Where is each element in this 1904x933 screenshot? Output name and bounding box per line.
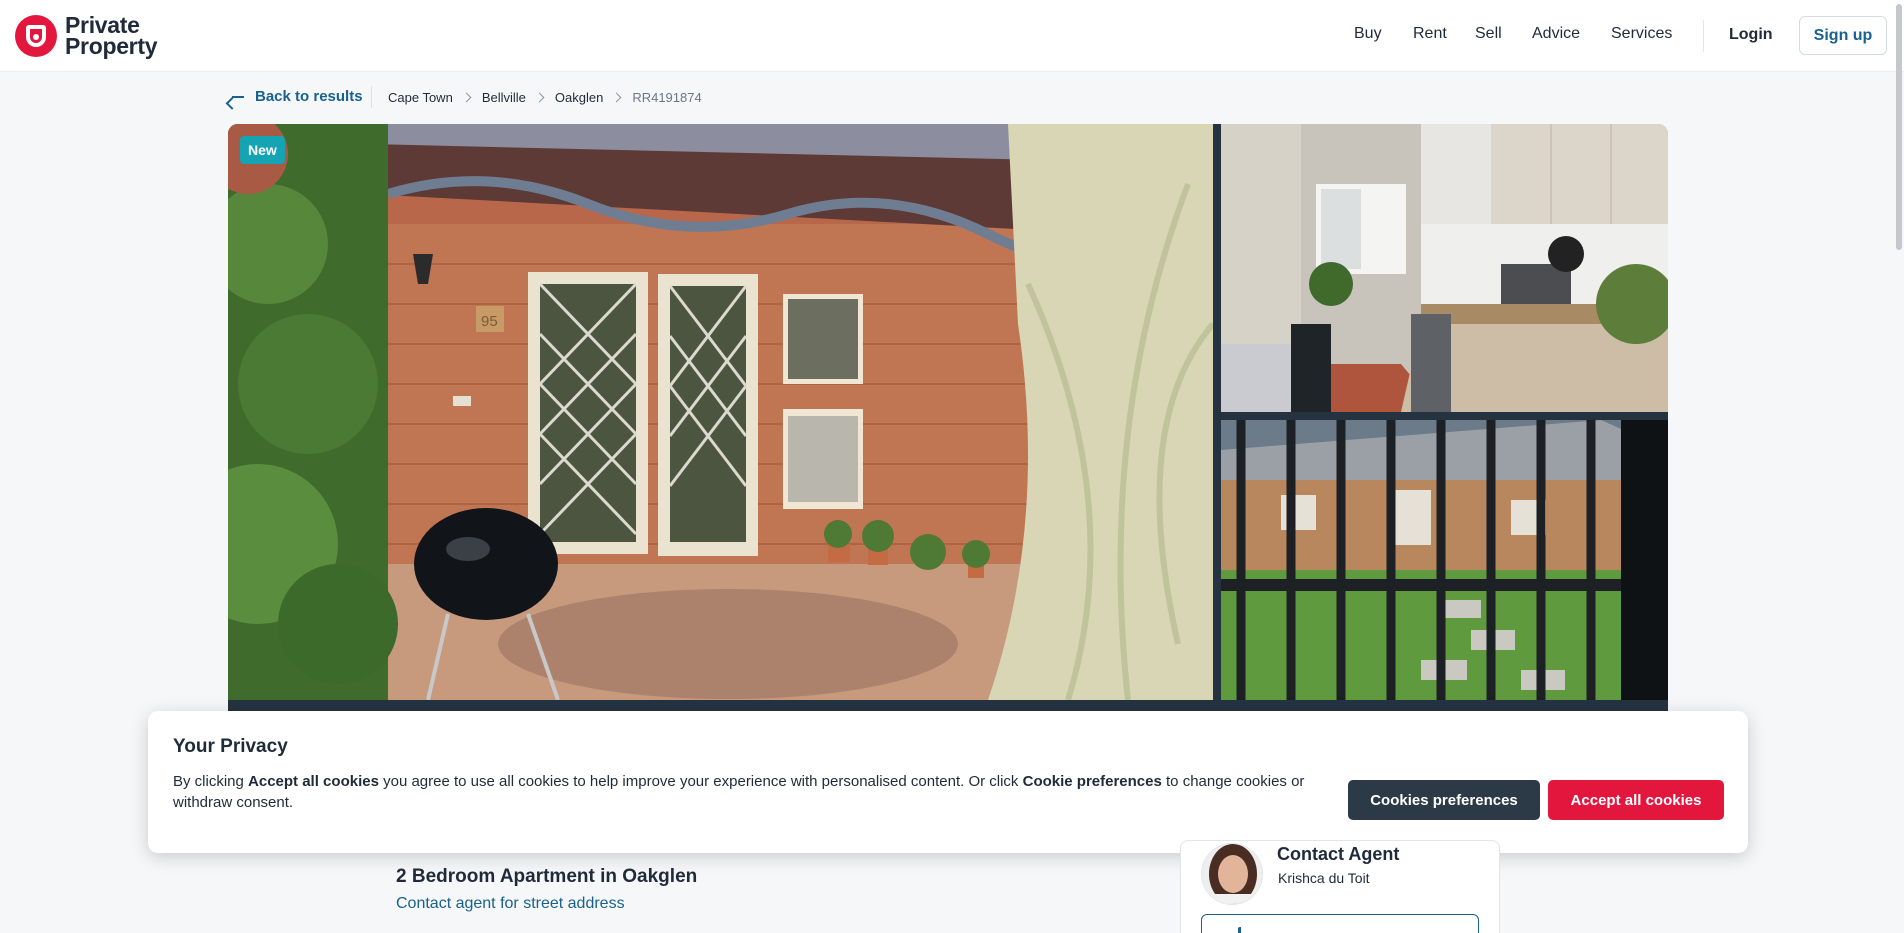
agent-name: Krishca du Toit — [1278, 870, 1370, 886]
nav-divider — [1703, 20, 1704, 52]
site-header: Private Property Buy Rent Sell Advice Se… — [0, 0, 1904, 72]
breadcrumb: Cape Town Bellville Oakglen RR4191874 — [388, 90, 702, 105]
breadcrumb-cape-town[interactable]: Cape Town — [388, 90, 453, 105]
privacy-text-part: By clicking — [173, 773, 249, 790]
login-link[interactable]: Login — [1729, 26, 1773, 44]
agent-avatar — [1201, 843, 1263, 905]
listing-title: 2 Bedroom Apartment in Oakglen — [396, 866, 698, 887]
privacy-text: By clicking Accept all cookies you agree… — [173, 771, 1323, 813]
call-agent-button[interactable] — [1201, 914, 1479, 933]
privacy-text-accept-emphasis: Accept all cookies — [248, 773, 379, 790]
house-number-plaque: 95 — [481, 313, 498, 330]
accept-all-cookies-button[interactable]: Accept all cookies — [1548, 780, 1724, 820]
nav-rent[interactable]: Rent — [1413, 25, 1447, 43]
privacy-banner: Your Privacy By clicking Accept all cook… — [148, 711, 1748, 853]
cookies-preferences-button[interactable]: Cookies preferences — [1348, 780, 1540, 820]
agent-card: Contact Agent Krishca du Toit — [1180, 840, 1500, 933]
back-to-results-link[interactable]: Back to results — [230, 88, 363, 105]
page-scrollbar[interactable] — [1894, 0, 1904, 933]
phone-icon — [1238, 927, 1248, 933]
main-photo-patio[interactable]: 95 New — [228, 124, 1213, 700]
back-to-results-label: Back to results — [255, 88, 363, 105]
breadcrumb-divider — [371, 86, 372, 108]
nav-advice[interactable]: Advice — [1532, 25, 1580, 43]
contact-agent-address-link[interactable]: Contact agent for street address — [396, 895, 625, 913]
privacy-title: Your Privacy — [173, 736, 288, 757]
garden-view-photo[interactable] — [1221, 420, 1668, 700]
breadcrumb-bellville[interactable]: Bellville — [482, 90, 526, 105]
photo-gallery: 95 New — [228, 124, 1668, 714]
arrow-left-icon — [230, 89, 246, 105]
kitchen-photo[interactable] — [1221, 124, 1668, 412]
chevron-right-icon — [611, 92, 622, 103]
privacy-text-prefs-emphasis: Cookie preferences — [1022, 773, 1162, 790]
chevron-right-icon — [534, 92, 545, 103]
logo-text: Private Property — [65, 14, 158, 59]
breadcrumb-oakglen[interactable]: Oakglen — [555, 90, 603, 105]
scrollbar-thumb[interactable] — [1896, 4, 1902, 250]
nav-sell[interactable]: Sell — [1475, 25, 1502, 43]
nav-buy[interactable]: Buy — [1354, 25, 1382, 43]
new-listing-badge: New — [240, 136, 285, 164]
breadcrumb-listing-id: RR4191874 — [632, 90, 702, 105]
chevron-right-icon — [461, 92, 472, 103]
logo-text-line-2: Property — [65, 33, 158, 59]
contact-agent-heading: Contact Agent — [1277, 844, 1400, 864]
house-logo-icon — [15, 15, 57, 57]
signup-button[interactable]: Sign up — [1799, 16, 1887, 55]
nav-services[interactable]: Services — [1611, 25, 1672, 43]
privacy-text-part: you agree to use all cookies to help imp… — [378, 773, 1023, 790]
private-property-logo[interactable]: Private Property — [15, 14, 157, 58]
